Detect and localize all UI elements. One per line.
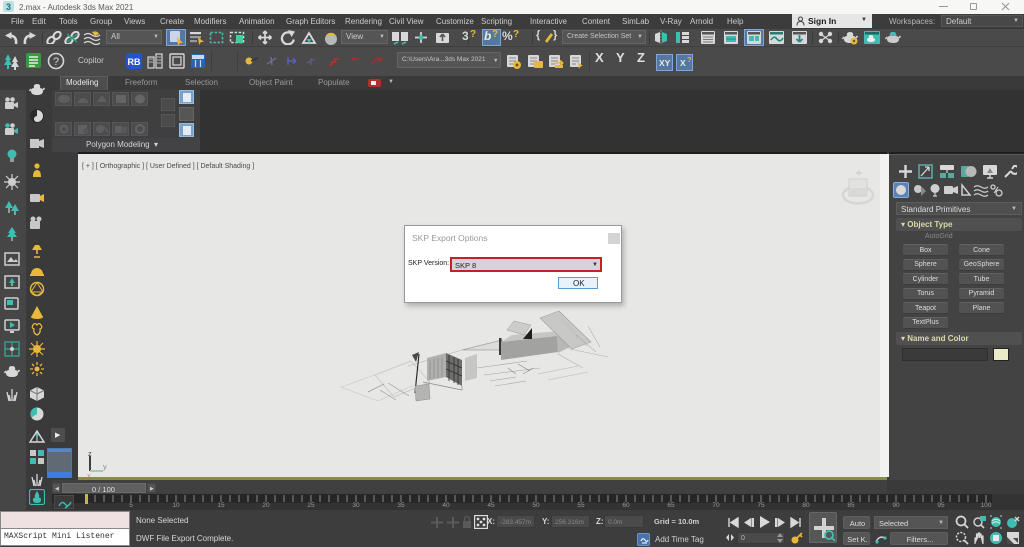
svg-text:z: z	[88, 450, 92, 458]
svg-text:RB: RB	[128, 57, 141, 67]
svg-text:3: 3	[6, 2, 11, 12]
svg-text:y: y	[103, 462, 107, 471]
svg-text:?: ?	[53, 56, 59, 68]
